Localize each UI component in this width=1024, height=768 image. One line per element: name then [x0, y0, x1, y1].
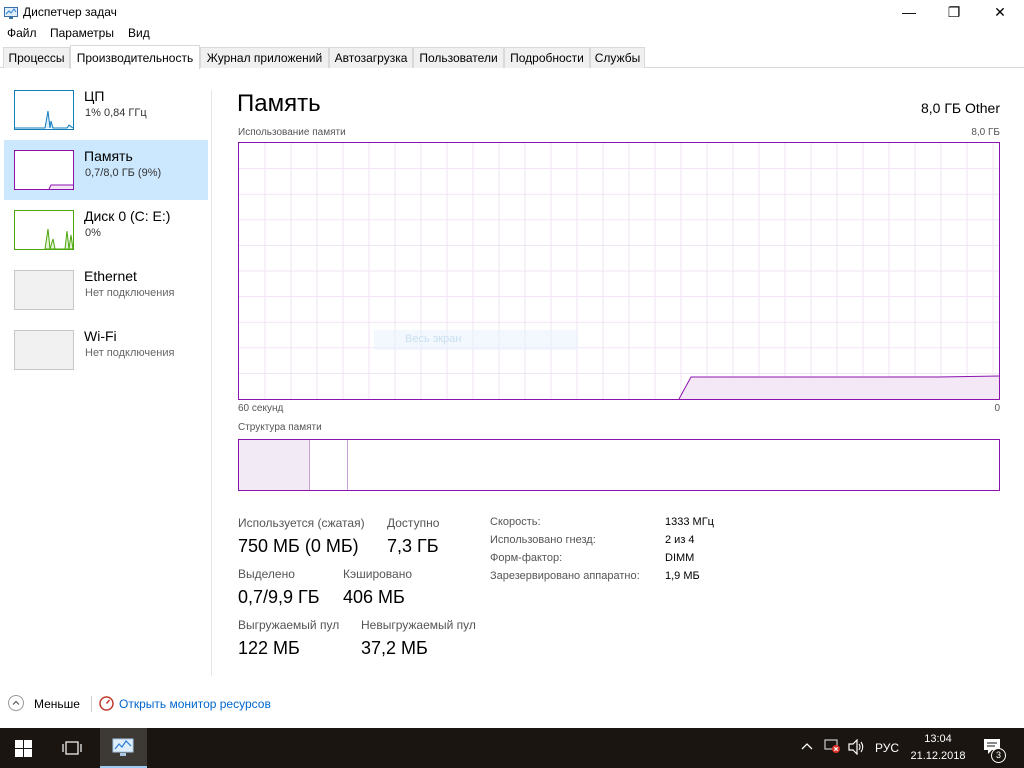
- notification-count-badge: 3: [991, 748, 1006, 763]
- tab-details[interactable]: Подробности: [504, 47, 590, 68]
- tab-processes[interactable]: Процессы: [3, 47, 70, 68]
- tab-app-history[interactable]: Журнал приложений: [200, 47, 329, 68]
- spec-label: Скорость:: [490, 516, 541, 528]
- clock-date[interactable]: 21.12.2018: [906, 750, 970, 762]
- tab-services[interactable]: Службы: [590, 47, 645, 68]
- fewer-details-button[interactable]: [8, 695, 24, 711]
- spec-value: 1,9 МБ: [665, 570, 700, 582]
- network-disconnected-icon[interactable]: [824, 738, 842, 759]
- memory-structure-bar: [238, 439, 1000, 491]
- fullscreen-overlay-text: Весь экран: [405, 333, 462, 345]
- restore-icon: ❐: [947, 3, 961, 20]
- paged-pool-value: 122 МБ: [238, 638, 300, 658]
- sidebar-item-label: Wi-Fi: [84, 328, 117, 344]
- task-view-icon: [62, 741, 82, 755]
- structure-label: Структура памяти: [238, 422, 322, 433]
- available-value: 7,3 ГБ: [387, 536, 439, 556]
- spec-label: Форм-фактор:: [490, 552, 563, 564]
- sidebar-item-sublabel: 0%: [85, 227, 101, 239]
- spec-value: DIMM: [665, 552, 695, 564]
- menu-file[interactable]: Файл: [7, 26, 37, 40]
- memory-thumbnail: [14, 150, 74, 190]
- windows-logo-icon: [15, 740, 32, 757]
- input-language-indicator[interactable]: РУС: [875, 741, 899, 755]
- page-title: Память: [237, 90, 321, 117]
- nonpaged-pool-label: Невыгружаемый пул: [361, 618, 476, 632]
- structure-modified-segment: [310, 440, 348, 490]
- task-manager-icon: [4, 6, 18, 19]
- committed-label: Выделено: [238, 567, 295, 581]
- in-use-label: Используется (сжатая): [238, 516, 365, 530]
- cached-value: 406 МБ: [343, 587, 405, 607]
- sidebar-item-sublabel: 0,7/8,0 ГБ (9%): [85, 167, 162, 179]
- taskbar: [0, 728, 1024, 768]
- resource-monitor-icon: [99, 696, 114, 716]
- disk-thumbnail: [14, 210, 74, 250]
- spec-label: Зарезервировано аппаратно:: [490, 570, 640, 582]
- footer-divider: [91, 696, 92, 712]
- sidebar-item-wifi[interactable]: Wi-Fi Нет подключения: [4, 320, 208, 380]
- sidebar-item-memory[interactable]: Память 0,7/8,0 ГБ (9%): [4, 140, 208, 200]
- sidebar-item-cpu[interactable]: ЦП 1% 0,84 ГГц: [4, 80, 208, 140]
- memory-total: 8,0 ГБ Other: [920, 100, 1000, 116]
- cpu-thumbnail: [14, 90, 74, 130]
- minimize-button[interactable]: —: [886, 0, 932, 24]
- nonpaged-pool-value: 37,2 МБ: [361, 638, 428, 658]
- graph-time-left: 60 секунд: [238, 403, 284, 414]
- sidebar-item-sublabel: Нет подключения: [85, 287, 175, 299]
- title-bar: [0, 0, 1024, 24]
- chevron-up-icon: [12, 700, 20, 705]
- start-button[interactable]: [15, 740, 32, 762]
- menu-options[interactable]: Параметры: [50, 26, 114, 40]
- sidebar-item-label: Ethernet: [84, 268, 137, 284]
- sidebar-item-label: Память: [84, 148, 133, 164]
- sidebar-item-sublabel: 1% 0,84 ГГц: [85, 107, 147, 119]
- ethernet-thumbnail: [14, 270, 74, 310]
- menu-bar: [0, 24, 1024, 43]
- structure-in-use-segment: [239, 440, 310, 490]
- available-label: Доступно: [387, 516, 440, 530]
- usage-graph-max: 8,0 ГБ: [971, 127, 1000, 138]
- volume-icon[interactable]: [848, 738, 866, 760]
- tab-startup[interactable]: Автозагрузка: [329, 47, 413, 68]
- tray-overflow-icon[interactable]: [800, 740, 814, 754]
- resource-monitor-link[interactable]: Открыть монитор ресурсов: [119, 697, 271, 711]
- cached-label: Кэшировано: [343, 567, 413, 581]
- wifi-thumbnail: [14, 330, 74, 370]
- fewer-details-label[interactable]: Меньше: [34, 697, 80, 711]
- graph-time-right: 0: [994, 403, 1000, 414]
- sidebar-item-sublabel: Нет подключения: [85, 347, 175, 359]
- taskbar-task-manager-button[interactable]: [100, 728, 147, 768]
- spec-label: Использовано гнезд:: [490, 534, 596, 546]
- usage-graph-label: Использование памяти: [238, 127, 346, 138]
- memory-usage-graph: Весь экран: [238, 142, 1000, 400]
- tab-performance[interactable]: Производительность: [70, 45, 200, 69]
- spec-value: 1333 МГц: [665, 516, 714, 528]
- menu-view[interactable]: Вид: [128, 26, 150, 40]
- sidebar-item-label: ЦП: [84, 88, 105, 104]
- task-view-button[interactable]: [62, 741, 82, 760]
- spec-value: 2 из 4: [665, 534, 695, 546]
- tab-users[interactable]: Пользователи: [413, 47, 504, 68]
- restore-button[interactable]: ❐: [931, 0, 977, 24]
- clock-time[interactable]: 13:04: [910, 733, 966, 745]
- sidebar-divider: [211, 90, 212, 676]
- window-title: Диспетчер задач: [23, 5, 117, 19]
- sidebar-item-label: Диск 0 (C: E:): [84, 208, 171, 224]
- minimize-icon: —: [902, 4, 916, 20]
- committed-value: 0,7/9,9 ГБ: [238, 587, 320, 607]
- close-button[interactable]: ✕: [977, 0, 1023, 24]
- sidebar-item-ethernet[interactable]: Ethernet Нет подключения: [4, 260, 208, 320]
- close-icon: ✕: [994, 3, 1006, 20]
- sidebar-item-disk[interactable]: Диск 0 (C: E:) 0%: [4, 200, 208, 260]
- in-use-value: 750 МБ (0 МБ): [238, 536, 359, 556]
- paged-pool-label: Выгружаемый пул: [238, 618, 340, 632]
- task-manager-taskbar-icon: [112, 738, 134, 756]
